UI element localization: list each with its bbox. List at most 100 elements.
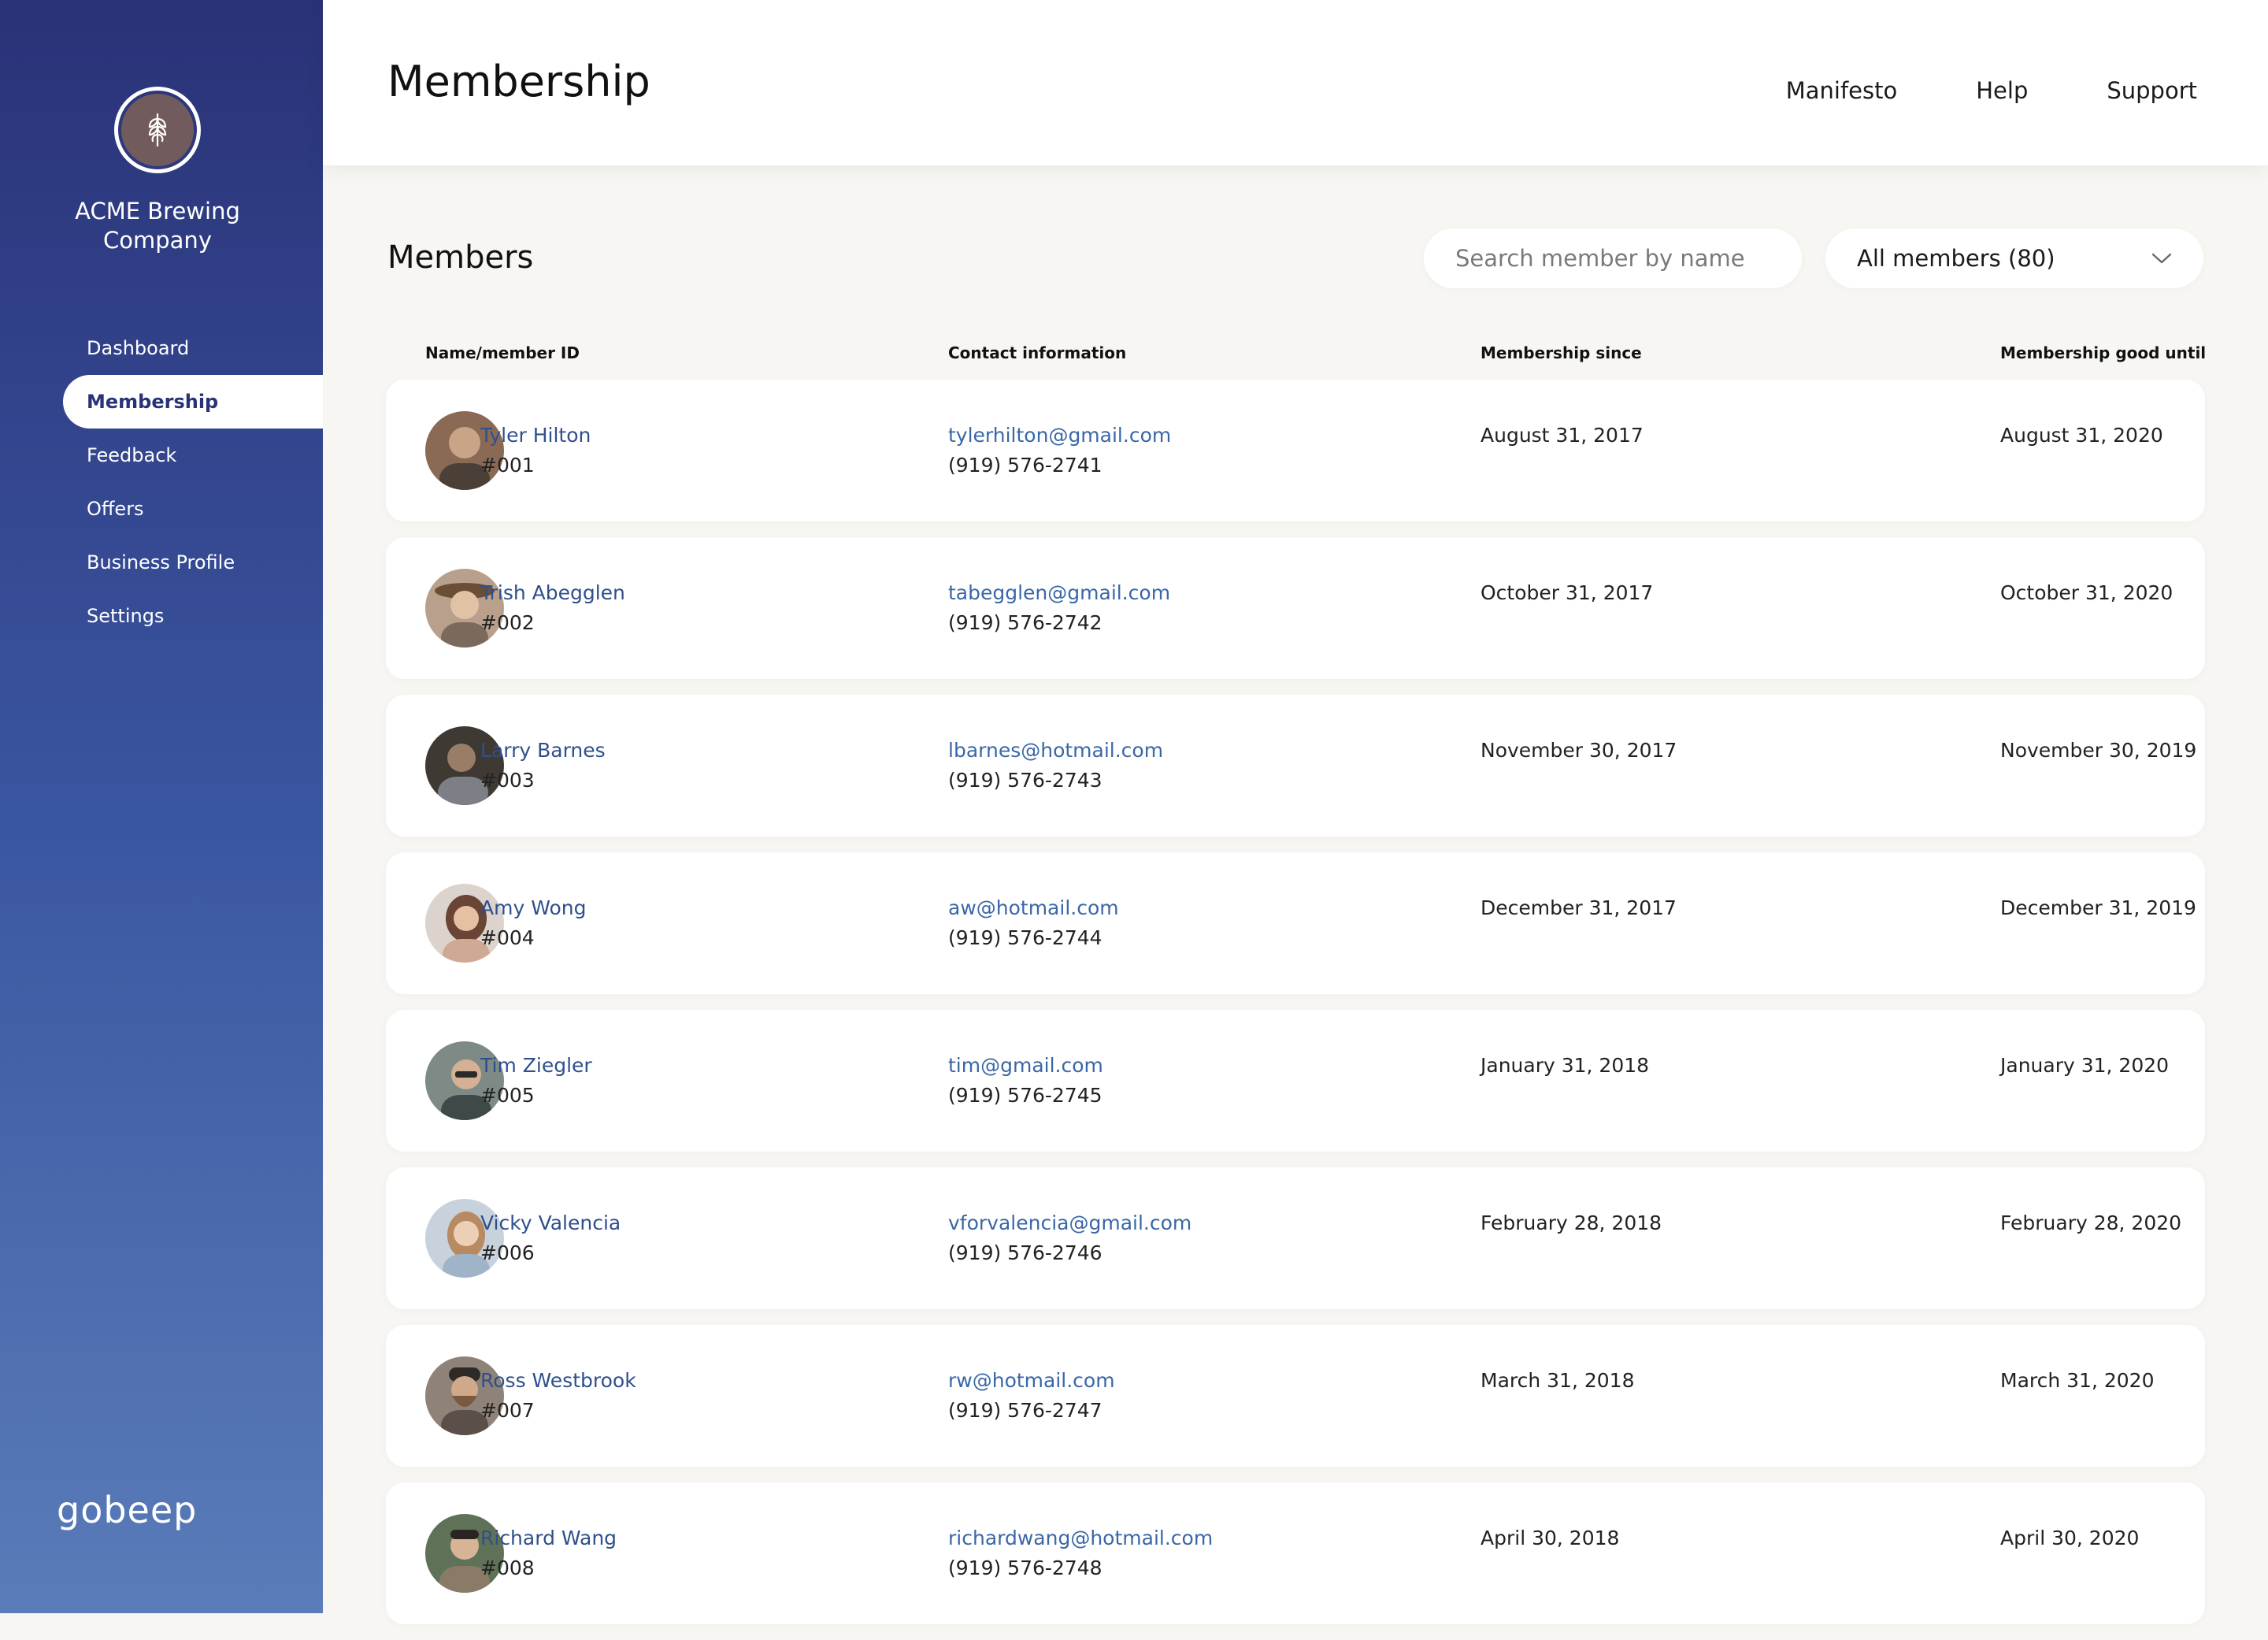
member-id: #001 [480, 454, 535, 477]
membership-until: December 31, 2019 [2000, 896, 2196, 919]
table-row[interactable]: Richard Wang #008 richardwang@hotmail.co… [386, 1482, 2205, 1624]
table-row[interactable]: Tim Ziegler #005 tim@gmail.com (919) 576… [386, 1010, 2205, 1152]
sidebar-item-business-profile[interactable]: Business Profile [0, 536, 323, 589]
nav-link-support[interactable]: Support [2107, 77, 2197, 104]
member-info: Richard Wang #008 [480, 1523, 617, 1583]
member-email-link[interactable]: aw@hotmail.com [948, 893, 1119, 923]
member-id: #006 [480, 1241, 535, 1264]
hop-leaf-icon [148, 113, 167, 147]
membership-since: October 31, 2017 [1480, 581, 1654, 604]
table-row[interactable]: Vicky Valencia #006 vforvalencia@gmail.c… [386, 1167, 2205, 1309]
member-name-link[interactable]: Amy Wong [480, 893, 586, 923]
members-table-body: Tyler Hilton #001 tylerhilton@gmail.com … [386, 380, 2205, 1640]
table-row[interactable]: Larry Barnes #003 lbarnes@hotmail.com (9… [386, 695, 2205, 837]
member-info: Vicky Valencia #006 [480, 1208, 621, 1268]
member-phone: (919) 576-2742 [948, 611, 1102, 634]
sidebar-item-feedback[interactable]: Feedback [0, 429, 323, 482]
member-email-link[interactable]: tim@gmail.com [948, 1051, 1103, 1081]
contact-info: rw@hotmail.com (919) 576-2747 [948, 1366, 1115, 1426]
column-header-contact: Contact information [948, 343, 1127, 362]
member-phone: (919) 576-2747 [948, 1399, 1102, 1422]
member-phone: (919) 576-2748 [948, 1557, 1102, 1579]
company-name: ACME Brewing Company [75, 198, 240, 254]
member-phone: (919) 576-2744 [948, 926, 1102, 949]
membership-since: December 31, 2017 [1480, 896, 1677, 919]
member-id: #008 [480, 1557, 535, 1579]
member-info: Larry Barnes #003 [480, 736, 606, 796]
membership-since: March 31, 2018 [1480, 1369, 1635, 1392]
member-id: #004 [480, 926, 535, 949]
member-id: #002 [480, 611, 535, 634]
member-name-link[interactable]: Ross Westbrook [480, 1366, 636, 1396]
table-row[interactable]: Trish Abegglen #002 tabegglen@gmail.com … [386, 537, 2205, 679]
contact-info: vforvalencia@gmail.com (919) 576-2746 [948, 1208, 1191, 1268]
member-info: Trish Abegglen #002 [480, 578, 625, 638]
member-phone: (919) 576-2741 [948, 454, 1102, 477]
member-info: Tyler Hilton #001 [480, 421, 591, 480]
member-email-link[interactable]: tabegglen@gmail.com [948, 578, 1170, 608]
member-name-link[interactable]: Vicky Valencia [480, 1208, 621, 1238]
page-title: Membership [387, 57, 650, 106]
membership-since: April 30, 2018 [1480, 1527, 1620, 1549]
company-logo[interactable] [114, 87, 201, 173]
membership-since: January 31, 2018 [1480, 1054, 1650, 1077]
members-filter-select[interactable]: All members (80) [1825, 228, 2203, 288]
member-email-link[interactable]: richardwang@hotmail.com [948, 1523, 1213, 1553]
member-name-link[interactable]: Trish Abegglen [480, 578, 625, 608]
sidebar-item-offers[interactable]: Offers [0, 482, 323, 536]
membership-until: April 30, 2020 [2000, 1527, 2140, 1549]
column-header-until: Membership good until [2000, 343, 2207, 362]
column-header-since: Membership since [1480, 343, 1642, 362]
member-phone: (919) 576-2746 [948, 1241, 1102, 1264]
contact-info: tylerhilton@gmail.com (919) 576-2741 [948, 421, 1171, 480]
contact-info: tabegglen@gmail.com (919) 576-2742 [948, 578, 1170, 638]
contact-info: aw@hotmail.com (919) 576-2744 [948, 893, 1119, 953]
member-info: Ross Westbrook #007 [480, 1366, 636, 1426]
membership-since: August 31, 2017 [1480, 424, 1644, 447]
membership-until: November 30, 2019 [2000, 739, 2197, 762]
member-info: Tim Ziegler #005 [480, 1051, 592, 1111]
member-id: #007 [480, 1399, 535, 1422]
membership-until: October 31, 2020 [2000, 581, 2174, 604]
column-header-name: Name/member ID [425, 343, 580, 362]
nav-link-manifesto[interactable]: Manifesto [1786, 77, 1898, 104]
membership-since: November 30, 2017 [1480, 739, 1677, 762]
gobeep-brand-logo: gobeep [57, 1489, 198, 1531]
member-email-link[interactable]: lbarnes@hotmail.com [948, 736, 1163, 766]
member-name-link[interactable]: Tyler Hilton [480, 421, 591, 451]
contact-info: richardwang@hotmail.com (919) 576-2748 [948, 1523, 1213, 1583]
contact-info: lbarnes@hotmail.com (919) 576-2743 [948, 736, 1163, 796]
sidebar-nav: Dashboard Membership Feedback Offers Bus… [0, 321, 323, 643]
member-email-link[interactable]: tylerhilton@gmail.com [948, 421, 1171, 451]
member-phone: (919) 576-2743 [948, 769, 1102, 792]
member-email-link[interactable]: rw@hotmail.com [948, 1366, 1115, 1396]
member-name-link[interactable]: Larry Barnes [480, 736, 606, 766]
member-info: Amy Wong #004 [480, 893, 586, 953]
chevron-down-icon [2151, 253, 2172, 264]
membership-since: February 28, 2018 [1480, 1211, 1662, 1234]
sidebar-item-settings[interactable]: Settings [0, 589, 323, 643]
member-name-link[interactable]: Tim Ziegler [480, 1051, 592, 1081]
table-row[interactable]: Amy Wong #004 aw@hotmail.com (919) 576-2… [386, 852, 2205, 994]
top-bar: Membership Manifesto Help Support [323, 0, 2268, 165]
member-email-link[interactable]: vforvalencia@gmail.com [948, 1208, 1191, 1238]
table-row[interactable]: Tyler Hilton #001 tylerhilton@gmail.com … [386, 380, 2205, 521]
membership-until: February 28, 2020 [2000, 1211, 2182, 1234]
filter-selected-value: All members (80) [1857, 245, 2055, 272]
sidebar-item-membership[interactable]: Membership [63, 375, 323, 429]
section-title-members: Members [387, 239, 534, 276]
membership-until: March 31, 2020 [2000, 1369, 2155, 1392]
member-id: #005 [480, 1084, 535, 1107]
table-header: Name/member ID Contact information Membe… [0, 343, 2268, 367]
search-member-input[interactable] [1424, 228, 1802, 288]
sidebar: ACME Brewing Company Dashboard Membershi… [0, 0, 323, 1613]
member-id: #003 [480, 769, 535, 792]
membership-until: January 31, 2020 [2000, 1054, 2170, 1077]
top-nav: Manifesto Help Support [1786, 77, 2197, 104]
membership-until: August 31, 2020 [2000, 424, 2163, 447]
table-row[interactable]: Ross Westbrook #007 rw@hotmail.com (919)… [386, 1325, 2205, 1467]
contact-info: tim@gmail.com (919) 576-2745 [948, 1051, 1103, 1111]
member-name-link[interactable]: Richard Wang [480, 1523, 617, 1553]
nav-link-help[interactable]: Help [1976, 77, 2028, 104]
member-phone: (919) 576-2745 [948, 1084, 1102, 1107]
